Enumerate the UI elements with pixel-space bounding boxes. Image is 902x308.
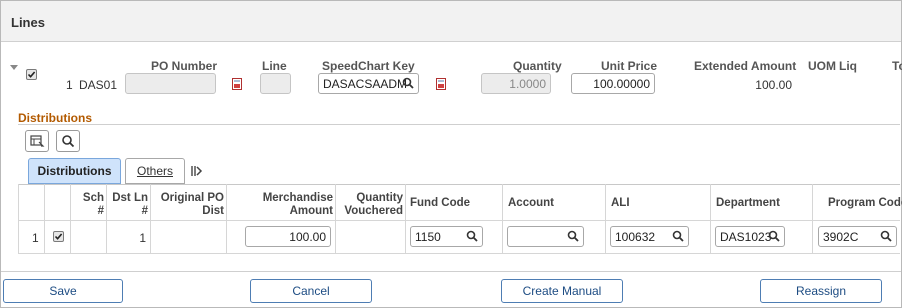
ali-input[interactable]: 100632 bbox=[610, 226, 689, 247]
program-code-value: 3902C bbox=[823, 230, 859, 244]
search-icon[interactable] bbox=[672, 230, 684, 242]
grid-settings-icon bbox=[30, 135, 45, 147]
business-unit: DAS01 bbox=[79, 78, 118, 92]
search-icon[interactable] bbox=[402, 77, 414, 89]
grid-col-divider bbox=[812, 184, 813, 254]
grid-col-divider bbox=[605, 184, 606, 254]
footer-divider bbox=[1, 271, 901, 272]
row-select-checkbox[interactable] bbox=[53, 231, 64, 242]
col-header-account: Account bbox=[508, 197, 554, 209]
unit-price-header: Unit Price bbox=[601, 59, 658, 73]
section-divider bbox=[18, 124, 900, 125]
grid-left-border bbox=[18, 184, 19, 254]
quantity-header: Quantity bbox=[513, 59, 562, 73]
col-header-program-code: Program Code bbox=[828, 197, 902, 209]
save-button[interactable]: Save bbox=[3, 279, 123, 303]
po-lookup-icon[interactable] bbox=[232, 78, 242, 90]
speedchart-detail-icon[interactable] bbox=[436, 78, 446, 90]
grid-col-divider bbox=[710, 184, 711, 254]
create-manual-button[interactable]: Create Manual bbox=[501, 279, 623, 303]
cancel-button[interactable]: Cancel bbox=[250, 279, 372, 303]
speedchart-header: SpeedChart Key bbox=[322, 59, 415, 73]
tab-distributions[interactable]: Distributions bbox=[28, 158, 121, 184]
fund-code-value: 1150 bbox=[415, 230, 441, 244]
grid-col-divider bbox=[502, 184, 503, 254]
line-field bbox=[260, 73, 291, 94]
line-header: Line bbox=[262, 59, 287, 73]
search-icon[interactable] bbox=[768, 230, 780, 242]
search-icon[interactable] bbox=[466, 230, 478, 242]
section-title: Lines bbox=[11, 15, 45, 30]
liq-header: Liq bbox=[839, 59, 857, 73]
quantity-field: 1.0000 bbox=[481, 73, 551, 94]
checkmark-icon bbox=[27, 71, 36, 78]
line-select-checkbox[interactable] bbox=[26, 69, 37, 80]
search-icon bbox=[62, 135, 75, 148]
col-header-merchandise: Merchandise Amount bbox=[262, 192, 333, 217]
search-icon[interactable] bbox=[880, 230, 892, 242]
department-value: DAS1023 bbox=[720, 230, 772, 244]
merchandise-amount-input[interactable]: 100.00 bbox=[245, 226, 331, 247]
col-header-dst-ln: Dst Ln # bbox=[112, 192, 148, 217]
col-header-fund-code: Fund Code bbox=[410, 197, 471, 209]
col-header-department: Department bbox=[716, 197, 780, 209]
section-header: Lines bbox=[1, 1, 901, 42]
grid-col-divider bbox=[405, 184, 406, 254]
col-header-ali: ALI bbox=[611, 197, 630, 209]
account-input[interactable] bbox=[507, 226, 584, 247]
unit-price-input[interactable]: 100.00000 bbox=[571, 73, 655, 94]
distributions-title: Distributions bbox=[18, 111, 92, 125]
collapse-arrow-icon[interactable] bbox=[10, 65, 18, 70]
col-header-original-po: Original PO Dist bbox=[160, 192, 224, 217]
speedchart-value: DASACSAADM bbox=[323, 77, 408, 91]
checkmark-icon bbox=[54, 233, 63, 240]
extended-amount-value: 100.00 bbox=[755, 78, 792, 92]
uom-header: UOM bbox=[808, 59, 836, 73]
row-number: 1 bbox=[32, 231, 39, 245]
tab-others[interactable]: Others bbox=[125, 158, 185, 184]
show-all-columns-icon[interactable] bbox=[191, 165, 203, 180]
grid-col-divider bbox=[44, 184, 45, 254]
search-icon[interactable] bbox=[567, 230, 579, 242]
to-header: To bbox=[892, 59, 902, 73]
col-header-qty-vouchered: Quantity Vouchered bbox=[344, 192, 403, 217]
po-number-field bbox=[125, 73, 216, 94]
speedchart-input[interactable]: DASACSAADM bbox=[318, 73, 419, 94]
extended-amount-header: Extended Amount bbox=[694, 59, 797, 73]
grid-find-button[interactable] bbox=[56, 130, 80, 152]
col-header-sch: Sch # bbox=[82, 192, 104, 217]
program-code-input[interactable]: 3902C bbox=[818, 226, 897, 247]
line-number: 1 bbox=[66, 78, 73, 92]
po-number-header: PO Number bbox=[151, 59, 218, 73]
department-input[interactable]: DAS1023 bbox=[715, 226, 785, 247]
personalize-grid-button[interactable] bbox=[25, 130, 49, 152]
fund-code-input[interactable]: 1150 bbox=[410, 226, 483, 247]
lines-panel bbox=[0, 0, 902, 308]
dst-ln-value: 1 bbox=[139, 231, 146, 245]
reassign-button[interactable]: Reassign bbox=[760, 279, 882, 303]
ali-value: 100632 bbox=[615, 230, 656, 244]
